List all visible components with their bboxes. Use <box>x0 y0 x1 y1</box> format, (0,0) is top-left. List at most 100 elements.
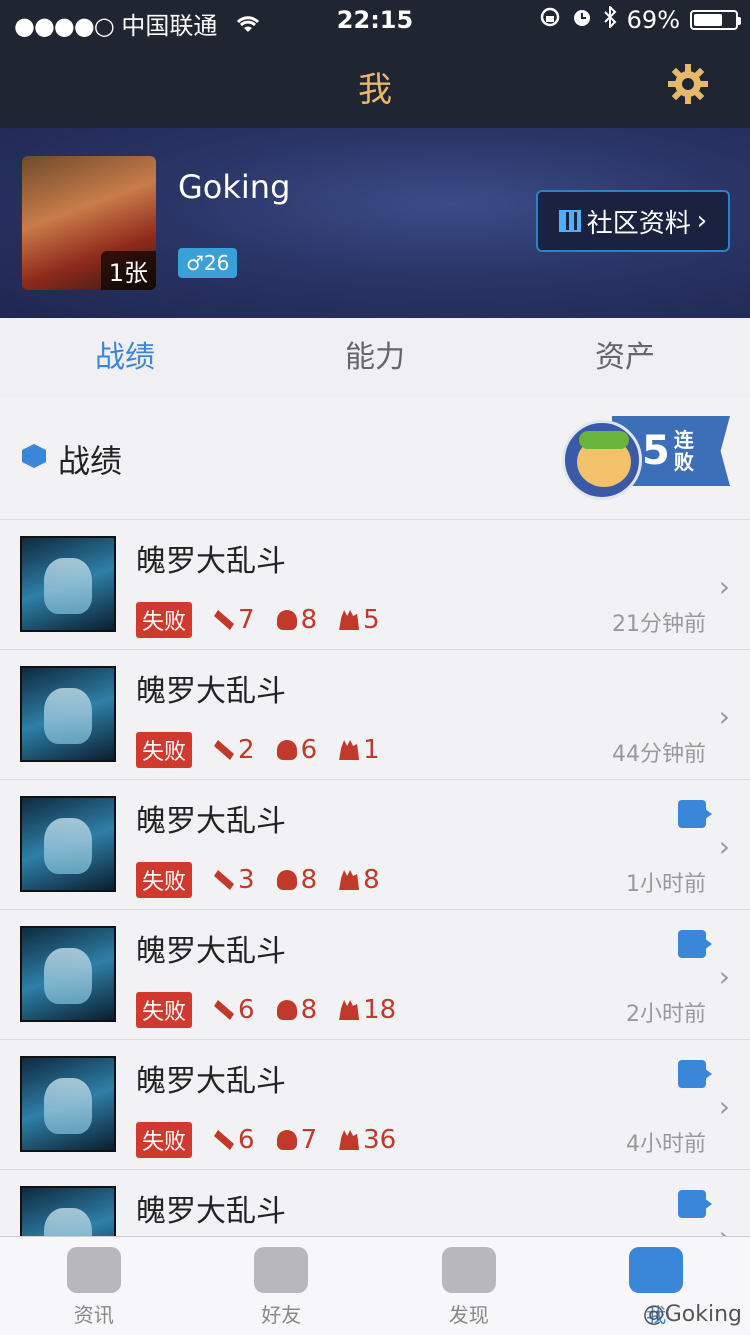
result-badge: 失败 <box>136 862 192 898</box>
match-mode: 魄罗大乱斗 <box>136 796 286 840</box>
skull-icon <box>277 870 297 890</box>
kills-stat: 3 <box>214 865 255 895</box>
streak-number: 5 <box>642 428 670 474</box>
kills-value: 6 <box>238 1125 255 1155</box>
match-stats: 失败 3 8 8 <box>136 862 380 898</box>
result-badge: 失败 <box>136 732 192 768</box>
result-badge: 失败 <box>136 1122 192 1158</box>
battery-icon <box>690 10 738 30</box>
alarm-icon <box>571 6 593 34</box>
match-row[interactable]: 魄罗大乱斗 失败 7 8 5 21分钟前 › <box>0 520 750 650</box>
gender-level-badge: ♂26 <box>178 248 237 278</box>
kills-icon <box>214 740 234 760</box>
video-camera-icon[interactable] <box>678 800 706 828</box>
hand-icon <box>339 1130 359 1150</box>
battery-percent: 69% <box>627 6 680 34</box>
chevron-right-icon: › <box>719 830 730 863</box>
deaths-value: 7 <box>301 1125 318 1155</box>
assists-value: 8 <box>363 865 380 895</box>
kills-value: 3 <box>238 865 255 895</box>
tabbar-label: 发现 <box>375 1299 563 1328</box>
kills-stat: 2 <box>214 735 255 765</box>
assists-stat: 5 <box>339 605 380 635</box>
streak-text: 连败 <box>674 429 698 473</box>
match-row[interactable]: 魄罗大乱斗 失败 3 8 8 1小时前 › <box>0 780 750 910</box>
avatar[interactable]: 1张 <box>22 156 156 290</box>
hand-icon <box>339 740 359 760</box>
kills-value: 7 <box>238 605 255 635</box>
hand-icon <box>339 870 359 890</box>
hand-icon <box>339 1000 359 1020</box>
kills-stat: 6 <box>214 995 255 1025</box>
chevron-right-icon: › <box>719 700 730 733</box>
assists-value: 18 <box>363 995 396 1025</box>
kills-value: 2 <box>238 735 255 765</box>
match-mode: 魄罗大乱斗 <box>136 536 286 580</box>
search-icon <box>442 1247 496 1293</box>
video-camera-icon[interactable] <box>678 930 706 958</box>
tabbar-item-friends[interactable]: 好友 <box>188 1237 376 1335</box>
match-mode: 魄罗大乱斗 <box>136 1056 286 1100</box>
champion-thumbnail <box>20 796 116 892</box>
deaths-value: 8 <box>301 995 318 1025</box>
chevron-right-icon: › <box>719 960 730 993</box>
assists-stat: 18 <box>339 995 396 1025</box>
chevron-right-icon: › <box>719 1090 730 1123</box>
qr-code-icon <box>559 210 581 232</box>
result-badge: 失败 <box>136 602 192 638</box>
video-camera-icon[interactable] <box>678 1190 706 1218</box>
result-badge: 失败 <box>136 992 192 1028</box>
skull-icon <box>277 1000 297 1020</box>
tabbar-item-discover[interactable]: 发现 <box>375 1237 563 1335</box>
match-mode: 魄罗大乱斗 <box>136 666 286 710</box>
match-time: 1小时前 <box>626 866 706 898</box>
match-list: 魄罗大乱斗 失败 7 8 5 21分钟前 › 魄罗大乱斗 失败 2 6 1 44… <box>0 520 750 1300</box>
tab-ability[interactable]: 能力 <box>250 318 500 398</box>
video-camera-icon[interactable] <box>678 1060 706 1088</box>
status-right: 69% <box>539 6 738 34</box>
page-title: 我 <box>0 62 750 111</box>
match-row[interactable]: 魄罗大乱斗 失败 6 7 36 4小时前 › <box>0 1040 750 1170</box>
chevron-right-icon: › <box>697 206 707 236</box>
deaths-stat: 8 <box>277 995 318 1025</box>
tab-assets[interactable]: 资产 <box>500 318 750 398</box>
match-time: 4小时前 <box>626 1126 706 1158</box>
tab-bar: 战绩 能力 资产 <box>0 318 750 399</box>
username: Goking <box>178 168 290 206</box>
deaths-stat: 8 <box>277 865 318 895</box>
match-time: 2小时前 <box>626 996 706 1028</box>
skull-icon <box>277 1130 297 1150</box>
hexagon-icon <box>22 444 46 468</box>
chevron-right-icon: › <box>719 570 730 603</box>
match-row[interactable]: 魄罗大乱斗 失败 2 6 1 44分钟前 › <box>0 650 750 780</box>
deaths-stat: 6 <box>277 735 318 765</box>
record-section-header: 战绩 5 连败 <box>0 398 750 520</box>
match-mode: 魄罗大乱斗 <box>136 926 286 970</box>
match-stats: 失败 6 8 18 <box>136 992 396 1028</box>
deaths-value: 6 <box>301 735 318 765</box>
profile-header: 1张 Goking ♂26 社区资料 › <box>0 128 750 318</box>
skull-icon <box>277 740 297 760</box>
tabbar-label: 资讯 <box>0 1299 188 1328</box>
assists-value: 36 <box>363 1125 396 1155</box>
watermark: @Goking <box>643 1302 742 1327</box>
champion-thumbnail <box>20 666 116 762</box>
friends-icon <box>254 1247 308 1293</box>
community-profile-label: 社区资料 <box>587 203 691 240</box>
assists-value: 5 <box>363 605 380 635</box>
gear-icon[interactable] <box>666 62 710 106</box>
skull-icon <box>277 610 297 630</box>
match-mode: 魄罗大乱斗 <box>136 1186 286 1230</box>
tabbar-item-news[interactable]: 资讯 <box>0 1237 188 1335</box>
deaths-stat: 8 <box>277 605 318 635</box>
deaths-value: 8 <box>301 865 318 895</box>
section-title: 战绩 <box>58 436 122 482</box>
kills-icon <box>214 870 234 890</box>
match-row[interactable]: 魄罗大乱斗 失败 6 8 18 2小时前 › <box>0 910 750 1040</box>
book-icon <box>67 1247 121 1293</box>
champion-thumbnail <box>20 536 116 632</box>
assists-value: 1 <box>363 735 380 765</box>
tab-record[interactable]: 战绩 <box>0 318 250 398</box>
match-stats: 失败 2 6 1 <box>136 732 380 768</box>
community-profile-button[interactable]: 社区资料 › <box>536 190 730 252</box>
